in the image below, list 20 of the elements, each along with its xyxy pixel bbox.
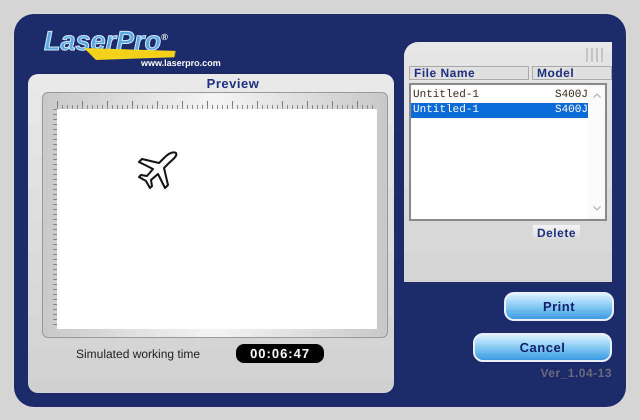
file-row[interactable]: Untitled-1 S400J	[411, 88, 588, 103]
file-name: Untitled-1	[413, 88, 480, 103]
file-name: Untitled-1	[413, 103, 480, 118]
preview-title: Preview	[206, 76, 260, 91]
scroll-down-icon[interactable]	[592, 206, 600, 211]
model-name: S400J	[554, 103, 588, 118]
website-url: www.laserpro.com	[141, 58, 221, 68]
scrollbar[interactable]	[588, 85, 605, 219]
file-row[interactable]: Untitled-1 S400J	[411, 103, 588, 118]
delete-button[interactable]: Delete	[532, 225, 580, 241]
column-header[interactable]: File Name	[409, 66, 529, 80]
scroll-up-icon[interactable]	[592, 93, 600, 98]
model-name: S400J	[554, 88, 588, 103]
laserpro-logo: LaserPro$^{®}$	[44, 25, 168, 56]
column-header[interactable]: Model	[532, 66, 612, 80]
cancel-button[interactable]: Cancel	[473, 333, 612, 362]
working-time-label: Simulated working time	[76, 346, 200, 360]
version-label: Ver_1.04-13	[540, 366, 612, 380]
working-time-value: 00:06:47	[236, 344, 324, 363]
print-button[interactable]: Print	[504, 292, 614, 321]
